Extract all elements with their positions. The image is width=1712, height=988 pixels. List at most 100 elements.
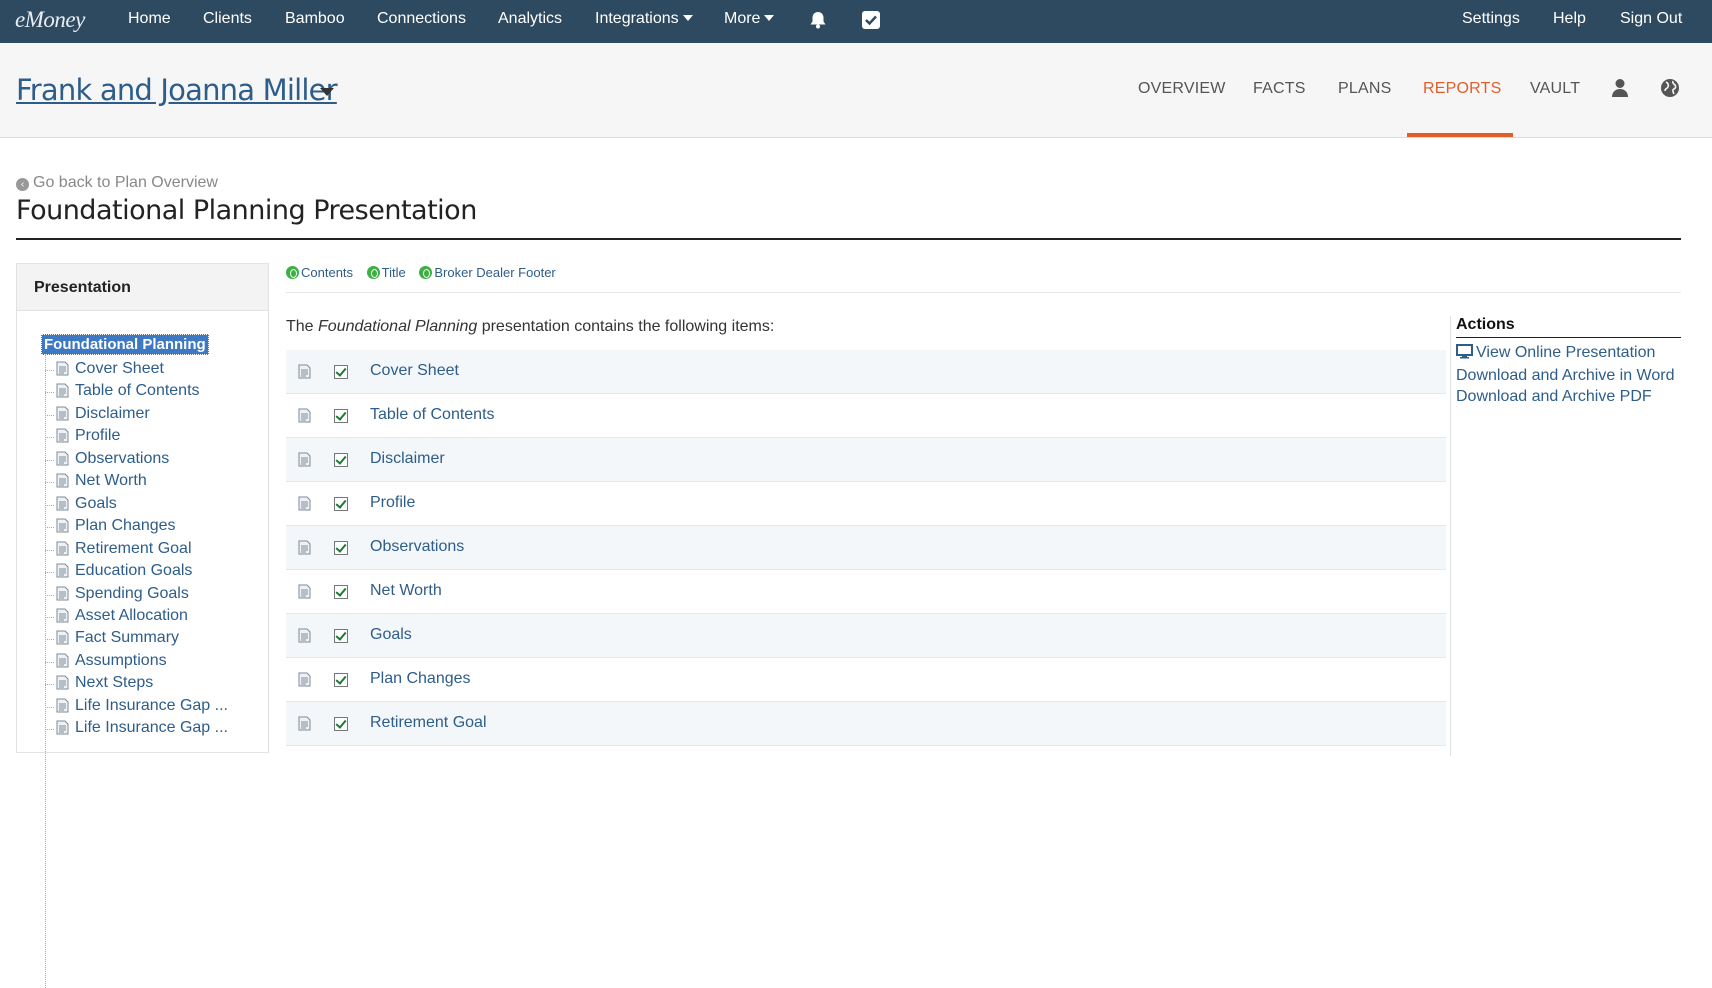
document-icon[interactable] xyxy=(298,540,311,560)
include-checkbox[interactable] xyxy=(334,717,348,731)
back-link-label: Go back to Plan Overview xyxy=(33,174,218,191)
toggle-on-icon xyxy=(419,266,433,279)
item-link[interactable]: Cover Sheet xyxy=(370,362,459,380)
back-to-plan-overview-link[interactable]: ‹ Go back to Plan Overview xyxy=(16,174,218,192)
item-link[interactable]: Profile xyxy=(370,494,415,512)
include-checkbox[interactable] xyxy=(334,541,348,555)
presentation-item-row: Net Worth xyxy=(286,570,1446,614)
nav-home[interactable]: Home xyxy=(128,10,171,28)
sidebar-item-label: Life Insurance Gap ... xyxy=(75,719,228,737)
nav-integrations[interactable]: Integrations xyxy=(595,10,693,28)
option-broker-dealer-footer[interactable]: Broker Dealer Footer xyxy=(419,265,556,280)
chevron-down-icon xyxy=(682,14,693,21)
nav-connections[interactable]: Connections xyxy=(377,10,466,28)
document-icon[interactable] xyxy=(298,408,311,428)
tree-root-foundational-planning[interactable]: Foundational Planning xyxy=(41,334,209,355)
download-archive-word-link[interactable]: Download and Archive in Word xyxy=(1456,367,1681,385)
tree-connector-dash xyxy=(45,639,54,641)
page-title: Foundational Planning Presentation xyxy=(16,195,477,226)
title-divider xyxy=(16,238,1681,240)
chevron-down-icon[interactable] xyxy=(320,88,334,96)
item-link[interactable]: Goals xyxy=(370,626,412,644)
nav-sign-out[interactable]: Sign Out xyxy=(1620,10,1682,28)
item-link[interactable]: Table of Contents xyxy=(370,406,495,424)
document-icon xyxy=(56,586,69,606)
active-tab-indicator xyxy=(1407,133,1513,137)
nav-more-label: More xyxy=(724,10,761,27)
presentation-item-row: Table of Contents xyxy=(286,394,1446,438)
tab-vault[interactable]: VAULT xyxy=(1530,80,1580,98)
include-checkbox[interactable] xyxy=(334,629,348,643)
nav-analytics[interactable]: Analytics xyxy=(498,10,562,28)
sidebar-item-label: Education Goals xyxy=(75,562,193,580)
document-icon xyxy=(56,518,69,538)
document-icon xyxy=(56,675,69,695)
nav-more[interactable]: More xyxy=(724,10,775,28)
arrow-left-circle-icon: ‹ xyxy=(16,178,29,191)
presentation-item-row: Observations xyxy=(286,526,1446,570)
item-link[interactable]: Net Worth xyxy=(370,582,442,600)
tree-connector-dash xyxy=(45,616,54,618)
document-icon[interactable] xyxy=(298,716,311,736)
sidebar-item-label: Table of Contents xyxy=(75,382,200,400)
document-icon[interactable] xyxy=(298,364,311,384)
intro-suffix: presentation contains the following item… xyxy=(477,318,775,335)
include-checkbox[interactable] xyxy=(334,365,348,379)
bell-icon[interactable] xyxy=(808,10,828,35)
tab-facts[interactable]: FACTS xyxy=(1253,80,1306,98)
nav-clients[interactable]: Clients xyxy=(203,10,252,28)
tab-reports[interactable]: REPORTS xyxy=(1423,80,1501,98)
include-checkbox[interactable] xyxy=(334,585,348,599)
include-checkbox[interactable] xyxy=(334,409,348,423)
sidebar-item-label: Goals xyxy=(75,494,117,512)
item-link[interactable]: Disclaimer xyxy=(370,450,445,468)
tab-plans[interactable]: PLANS xyxy=(1338,80,1391,98)
document-icon xyxy=(56,451,69,471)
emoney-logo[interactable]: eMoney xyxy=(15,7,85,33)
include-checkbox[interactable] xyxy=(334,453,348,467)
sidebar-item-label: Next Steps xyxy=(75,674,154,692)
tree-connector-dash xyxy=(45,437,54,439)
globe-icon[interactable] xyxy=(1660,78,1680,103)
document-icon[interactable] xyxy=(298,584,311,604)
toggle-on-icon xyxy=(286,266,299,279)
tree-connector-dash xyxy=(45,527,54,529)
tasks-check-icon[interactable] xyxy=(861,10,881,35)
sidebar-heading: Presentation xyxy=(17,264,268,311)
document-icon xyxy=(56,406,69,426)
item-link[interactable]: Observations xyxy=(370,538,464,556)
tree-connector-dash xyxy=(45,594,54,596)
tab-overview[interactable]: OVERVIEW xyxy=(1138,80,1226,98)
document-icon[interactable] xyxy=(298,496,311,516)
document-icon xyxy=(56,496,69,516)
client-name-link[interactable]: Frank and Joanna Miller xyxy=(16,73,338,107)
sidebar-item-label: Life Insurance Gap ... xyxy=(75,696,228,714)
include-checkbox[interactable] xyxy=(334,673,348,687)
sidebar-item-label: Plan Changes xyxy=(75,517,176,535)
tree-connector-dash xyxy=(45,729,54,731)
download-archive-pdf-link[interactable]: Download and Archive PDF xyxy=(1456,388,1681,406)
document-icon[interactable] xyxy=(298,628,311,648)
item-link[interactable]: Plan Changes xyxy=(370,670,471,688)
option-contents[interactable]: Contents xyxy=(286,265,353,280)
tree-connector-dash xyxy=(45,414,54,416)
user-icon[interactable] xyxy=(1611,78,1629,103)
include-checkbox[interactable] xyxy=(334,497,348,511)
view-online-presentation-link[interactable]: View Online Presentation xyxy=(1456,344,1681,364)
actions-panel: Actions View Online Presentation Downloa… xyxy=(1456,316,1681,406)
sidebar-item-label: Profile xyxy=(75,427,121,445)
document-icon[interactable] xyxy=(298,452,311,472)
presentation-item-row: Disclaimer xyxy=(286,438,1446,482)
tree-connector-dash xyxy=(45,684,54,686)
sidebar-item-label: Spending Goals xyxy=(75,584,189,602)
option-title[interactable]: Title xyxy=(366,265,406,280)
sidebar-item-label: Retirement Goal xyxy=(75,539,192,557)
top-navbar: eMoney Home Clients Bamboo Connections A… xyxy=(0,0,1712,43)
item-link[interactable]: Retirement Goal xyxy=(370,714,487,732)
document-icon[interactable] xyxy=(298,672,311,692)
nav-settings[interactable]: Settings xyxy=(1462,10,1520,28)
nav-help[interactable]: Help xyxy=(1553,10,1586,28)
tree-connector xyxy=(45,354,46,988)
document-icon xyxy=(56,720,69,740)
nav-bamboo[interactable]: Bamboo xyxy=(285,10,345,28)
